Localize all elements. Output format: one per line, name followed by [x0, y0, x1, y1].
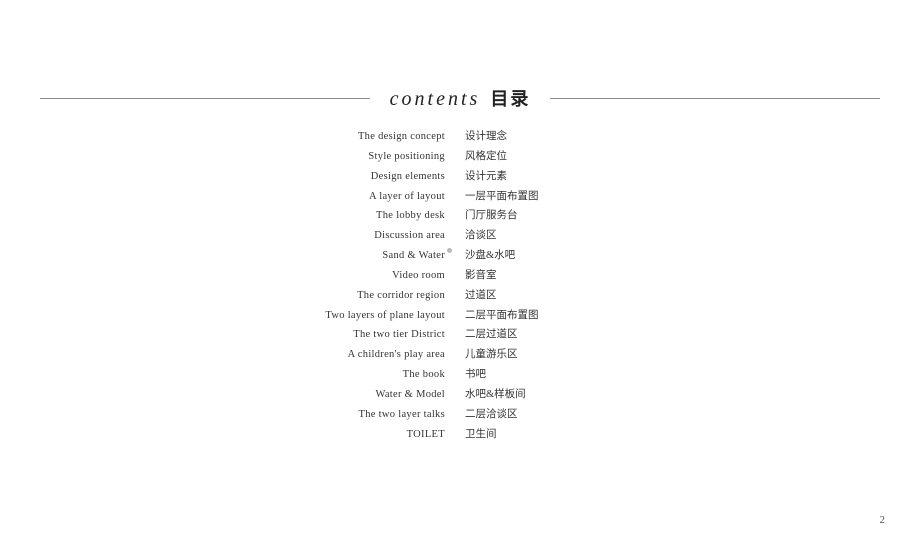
table-row: The design concept设计理念 — [270, 128, 650, 146]
row-en-label: Discussion area — [270, 227, 455, 245]
table-row: Sand & Water沙盘&水吧 — [270, 247, 650, 265]
header-section: contents 目录 — [40, 85, 880, 111]
header-line-right — [550, 98, 880, 99]
row-en-label: The design concept — [270, 128, 455, 146]
header-title-en: contents — [390, 88, 481, 111]
row-cn-label: 书吧 — [455, 366, 575, 384]
row-en-label: Two layers of plane layout — [270, 307, 455, 325]
page-number: 2 — [880, 514, 886, 526]
header-line-left — [40, 98, 370, 99]
row-cn-label: 卫生间 — [455, 426, 575, 444]
dot-indicator — [447, 248, 452, 253]
row-en-label: Design elements — [270, 168, 455, 186]
row-cn-label: 二层过道区 — [455, 326, 575, 344]
row-en-label: Style positioning — [270, 148, 455, 166]
table-row: Two layers of plane layout二层平面布置图 — [270, 307, 650, 325]
table-row: Discussion area洽谈区 — [270, 227, 650, 245]
row-en-label: Water & Model — [270, 386, 455, 404]
table-row: Style positioning风格定位 — [270, 148, 650, 166]
row-en-label: TOILET — [270, 426, 455, 444]
row-cn-label: 沙盘&水吧 — [455, 247, 575, 265]
table-row: The two tier District二层过道区 — [270, 326, 650, 344]
row-cn-label: 风格定位 — [455, 148, 575, 166]
table-row: The lobby desk门厅服务台 — [270, 207, 650, 225]
table-row: The corridor region过道区 — [270, 287, 650, 305]
table-row: TOILET卫生间 — [270, 426, 650, 444]
table-row: The two layer talks二层洽谈区 — [270, 406, 650, 424]
row-en-label: The two tier District — [270, 326, 455, 344]
table-row: Video room影音室 — [270, 267, 650, 285]
row-en-label: The corridor region — [270, 287, 455, 305]
row-en-label: Video room — [270, 267, 455, 285]
row-en-label: The book — [270, 366, 455, 384]
row-en-label: A children's play area — [270, 346, 455, 364]
page-container: contents 目录 The design concept设计理念Style … — [0, 0, 920, 544]
table-row: The book书吧 — [270, 366, 650, 384]
row-cn-label: 过道区 — [455, 287, 575, 305]
row-cn-label: 门厅服务台 — [455, 207, 575, 225]
row-en-label: A layer of layout — [270, 188, 455, 206]
row-cn-label: 一层平面布置图 — [455, 188, 575, 206]
row-cn-label: 儿童游乐区 — [455, 346, 575, 364]
contents-table: The design concept设计理念Style positioning风… — [0, 128, 920, 446]
row-cn-label: 影音室 — [455, 267, 575, 285]
row-cn-label: 设计理念 — [455, 128, 575, 146]
table-row: Design elements设计元素 — [270, 168, 650, 186]
header-title: contents 目录 — [390, 85, 531, 111]
row-cn-label: 洽谈区 — [455, 227, 575, 245]
row-en-label: The lobby desk — [270, 207, 455, 225]
row-en-label: The two layer talks — [270, 406, 455, 424]
row-cn-label: 二层平面布置图 — [455, 307, 575, 325]
row-cn-label: 水吧&样板间 — [455, 386, 575, 404]
row-cn-label: 设计元素 — [455, 168, 575, 186]
table-row: A layer of layout一层平面布置图 — [270, 188, 650, 206]
header-title-cn: 目录 — [490, 85, 530, 111]
row-cn-label: 二层洽谈区 — [455, 406, 575, 424]
table-row: Water & Model水吧&样板间 — [270, 386, 650, 404]
row-en-label: Sand & Water — [270, 247, 455, 265]
table-row: A children's play area儿童游乐区 — [270, 346, 650, 364]
